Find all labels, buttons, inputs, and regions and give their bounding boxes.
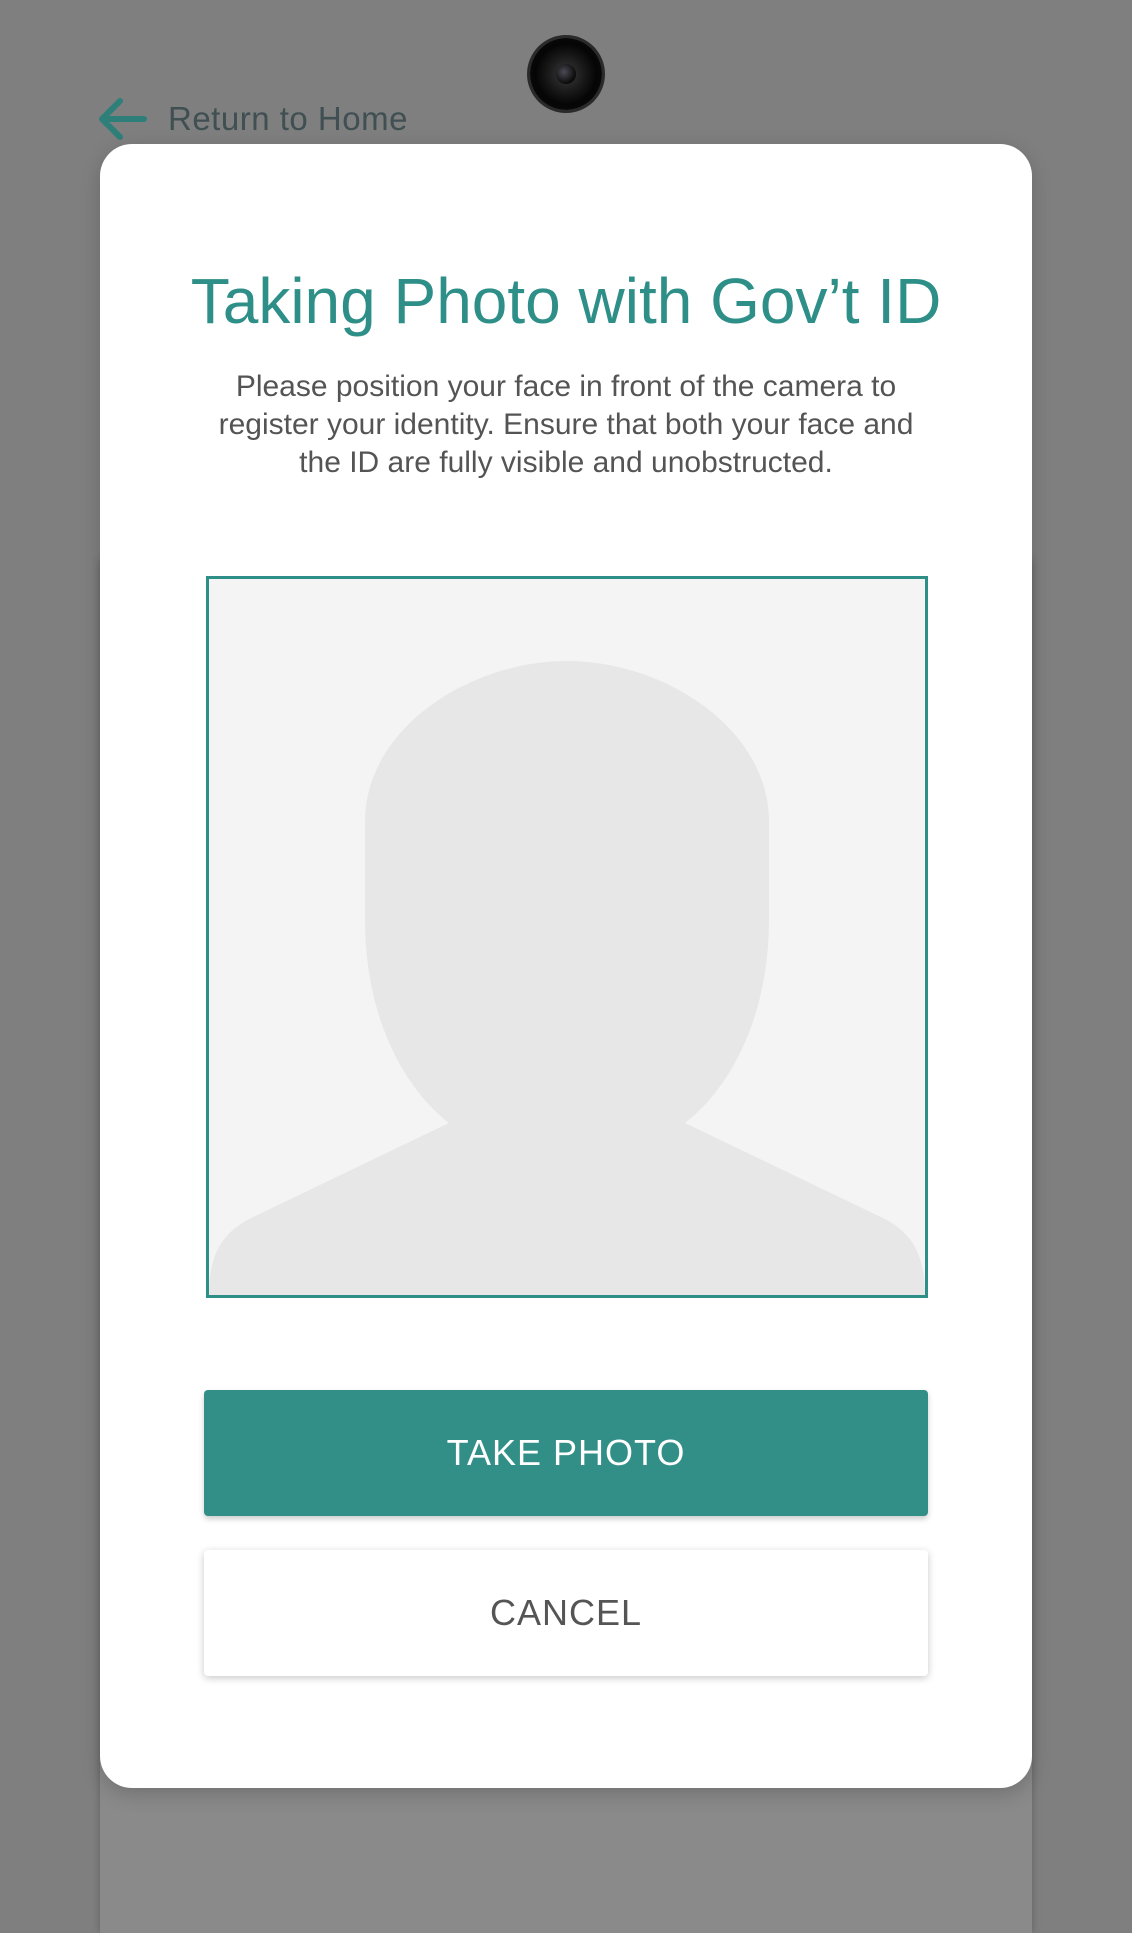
person-silhouette-icon (209, 661, 925, 1295)
camera-preview-frame (206, 576, 928, 1298)
take-photo-button[interactable]: TAKE PHOTO (204, 1390, 928, 1516)
dialog-title: Taking Photo with Gov’t ID (190, 265, 942, 337)
camera-lens-icon (530, 38, 602, 110)
return-home-link[interactable]: Return to Home (98, 94, 408, 144)
arrow-left-icon (98, 96, 148, 142)
return-home-label: Return to Home (168, 100, 408, 137)
dialog-instructions: Please position your face in front of th… (218, 370, 914, 479)
photo-capture-dialog: Taking Photo with Gov’t ID Please positi… (100, 144, 1032, 1788)
cancel-button[interactable]: CANCEL (204, 1550, 928, 1676)
